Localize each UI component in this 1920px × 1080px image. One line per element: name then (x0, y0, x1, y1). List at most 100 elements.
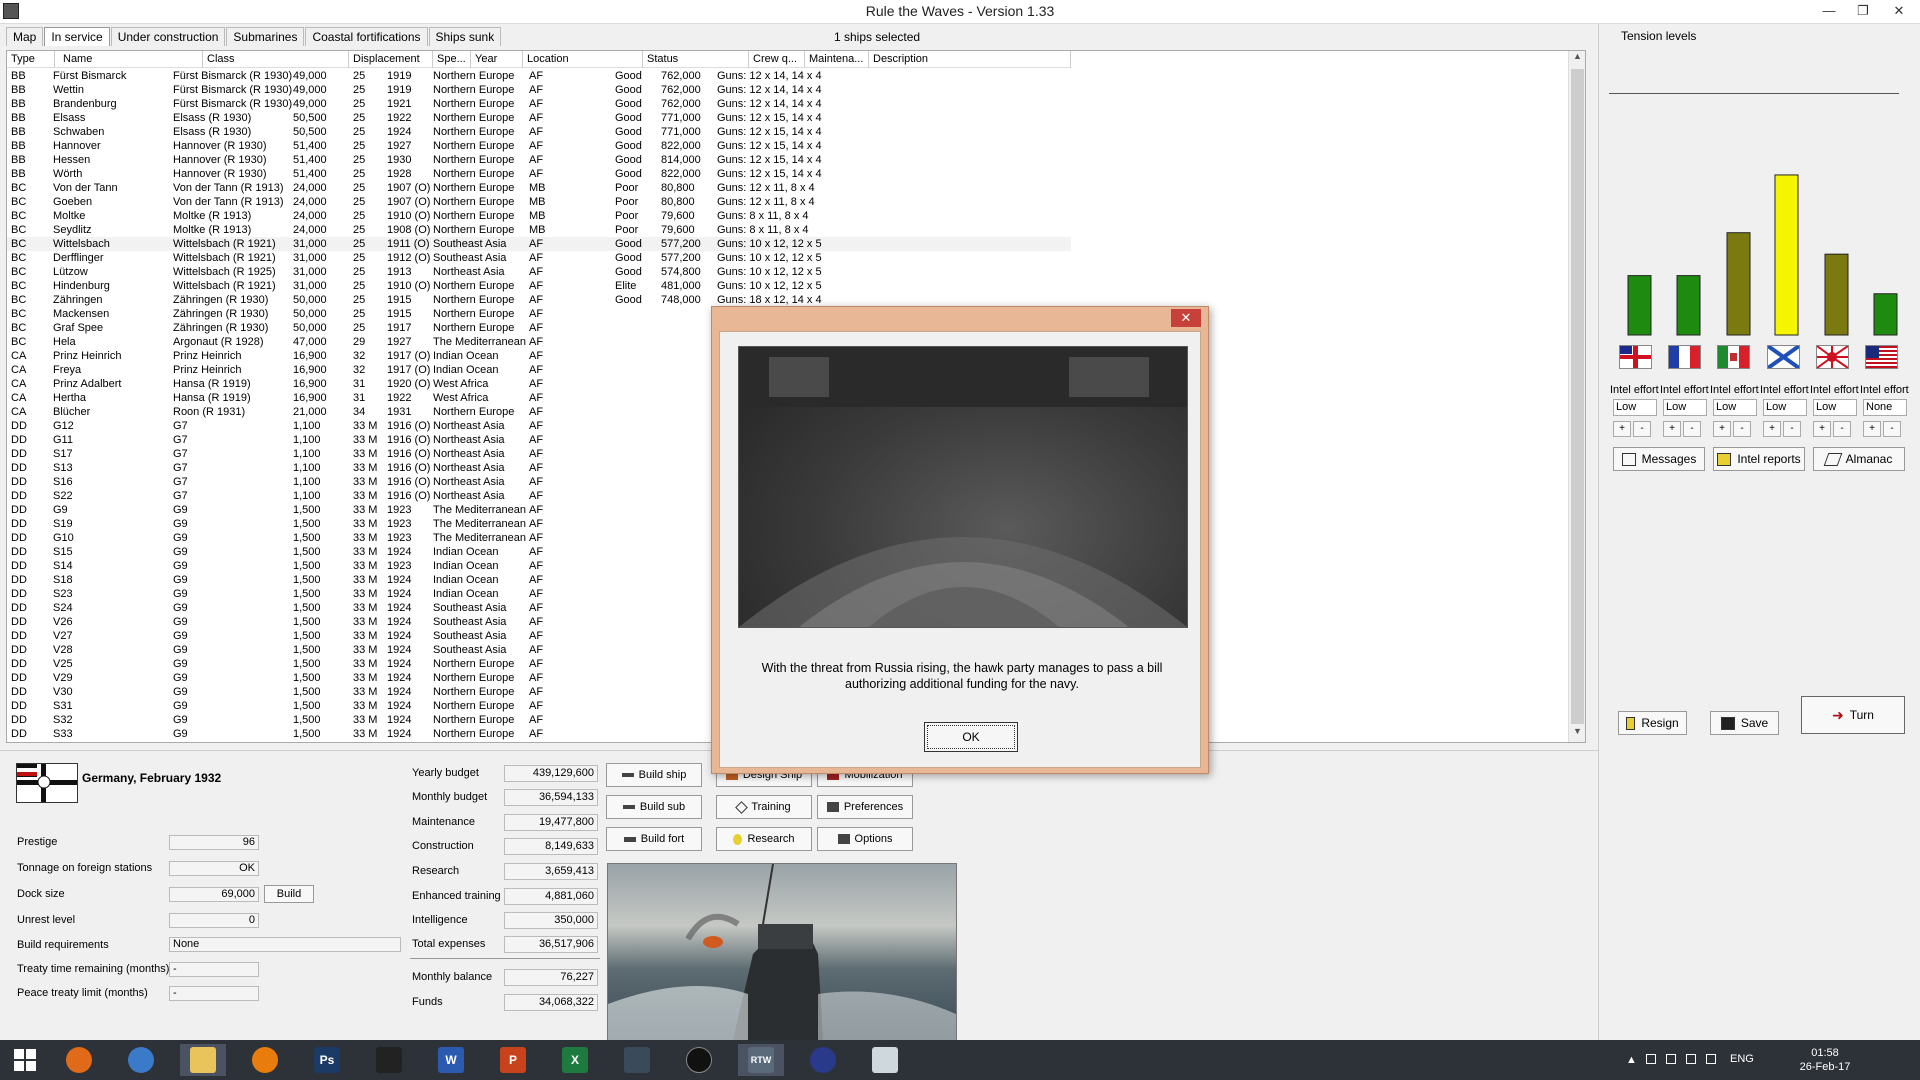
col-class[interactable]: Class (203, 51, 349, 68)
table-row[interactable]: BC Seydlitz Moltke (R 1913) 24,000 25 1908 (O… (7, 223, 1071, 237)
tab-submarines[interactable]: Submarines (226, 27, 305, 46)
build-dock-button[interactable]: Build (264, 885, 314, 903)
table-row[interactable]: BB Fürst Bismarck Fürst Bismarck (R 1930) 4… (7, 69, 1071, 83)
taskbar-app[interactable] (242, 1044, 288, 1076)
table-row[interactable]: BB Schwaben Elsass (R 1930) 50,500 25 1924 Nor… (7, 125, 1071, 139)
flag-icon[interactable] (1646, 1054, 1656, 1064)
almanac-button[interactable]: Almanac (1813, 447, 1905, 471)
table-row[interactable]: BC Hindenburg Wittelsbach (R 1921) 31,000 25… (7, 279, 1071, 293)
decrease-button[interactable]: - (1633, 421, 1651, 437)
scroll-thumb[interactable] (1571, 69, 1584, 724)
scroll-down-icon[interactable]: ▼ (1569, 726, 1585, 742)
table-row[interactable]: BB Wettin Fürst Bismarck (R 1930) 49,000 25 1… (7, 83, 1071, 97)
table-row[interactable]: BC Von der Tann Von der Tann (R 1913) 24,00… (7, 181, 1071, 195)
col-description[interactable]: Description (869, 51, 1071, 68)
tab-map[interactable]: Map (6, 27, 44, 46)
training-button[interactable]: Training (716, 795, 812, 819)
table-row[interactable]: BB Hannover Hannover (R 1930) 51,400 25 1927 N… (7, 139, 1071, 153)
col-year[interactable]: Year (471, 51, 523, 68)
intel-effort-usa[interactable]: None (1863, 399, 1907, 416)
col-location[interactable]: Location (523, 51, 643, 68)
increase-button[interactable]: + (1613, 421, 1631, 437)
signal-icon[interactable] (1686, 1054, 1696, 1064)
taskbar-app[interactable] (676, 1044, 722, 1076)
usa-flag-icon[interactable] (1865, 345, 1898, 369)
uk-flag-icon[interactable] (1619, 345, 1652, 369)
russia-flag-icon[interactable] (1766, 344, 1801, 370)
increase-button[interactable]: + (1713, 421, 1731, 437)
table-row[interactable]: BC Zähringen Zähringen (R 1930) 50,000 25 191… (7, 293, 1071, 307)
taskbar-app[interactable] (366, 1044, 412, 1076)
options-button[interactable]: Options (817, 827, 913, 851)
taskbar-app[interactable] (180, 1044, 226, 1076)
table-row[interactable]: BB Wörth Hannover (R 1930) 51,400 25 1928 Nort… (7, 167, 1071, 181)
show-hidden-icon[interactable]: ▲ (1626, 1054, 1637, 1066)
build-ship-button[interactable]: Build ship (606, 763, 702, 787)
col-maintenance[interactable]: Maintena... (805, 51, 869, 68)
close-button[interactable]: ✕ (1171, 309, 1201, 327)
intel-effort-russia[interactable]: Low (1763, 399, 1807, 416)
col-speed[interactable]: Spe... (433, 51, 471, 68)
clock[interactable]: 01:58 26-Feb-17 (1780, 1046, 1870, 1074)
col-name[interactable]: Name (59, 51, 203, 68)
build-fort-button[interactable]: Build fort (606, 827, 702, 851)
decrease-button[interactable]: - (1733, 421, 1751, 437)
taskbar-app[interactable] (614, 1044, 660, 1076)
volume-icon[interactable] (1706, 1054, 1716, 1064)
tab-under-construction[interactable]: Under construction (110, 27, 226, 46)
close-icon[interactable]: ✕ (1884, 0, 1914, 22)
japan-flag-icon[interactable] (1816, 345, 1849, 369)
save-button[interactable]: Save (1710, 711, 1779, 735)
decrease-button[interactable]: - (1883, 421, 1901, 437)
taskbar-app[interactable] (56, 1044, 102, 1076)
table-row[interactable]: BC Moltke Moltke (R 1913) 24,000 25 1910 (O) N… (7, 209, 1071, 223)
minimize-icon[interactable]: — (1814, 0, 1844, 22)
table-row[interactable]: BB Elsass Elsass (R 1930) 50,500 25 1922 North… (7, 111, 1071, 125)
table-row[interactable]: BC Wittelsbach Wittelsbach (R 1921) 31,000 2… (7, 237, 1071, 251)
taskbar-app[interactable]: P (490, 1044, 536, 1076)
table-row[interactable]: BB Hessen Hannover (R 1930) 51,400 25 1930 Nor… (7, 153, 1071, 167)
col-displacement[interactable]: Displacement (349, 51, 433, 68)
research-button[interactable]: Research (716, 827, 812, 851)
intel-effort-italy[interactable]: Low (1713, 399, 1757, 416)
table-scrollbar[interactable]: ▲ ▼ (1568, 51, 1585, 742)
italy-flag-icon[interactable] (1717, 345, 1750, 369)
france-flag-icon[interactable] (1668, 345, 1701, 369)
network-icon[interactable] (1666, 1054, 1676, 1064)
decrease-button[interactable]: - (1783, 421, 1801, 437)
language-indicator[interactable]: ENG (1730, 1053, 1754, 1065)
table-row[interactable]: BC Lützow Wittelsbach (R 1925) 31,000 25 1913… (7, 265, 1071, 279)
taskbar-app[interactable] (800, 1044, 846, 1076)
turn-button[interactable]: ➜ Turn (1801, 696, 1905, 734)
tab-ships-sunk[interactable]: Ships sunk (428, 27, 502, 46)
intel-effort-uk[interactable]: Low (1613, 399, 1657, 416)
messages-button[interactable]: Messages (1613, 447, 1705, 471)
start-button[interactable] (2, 1044, 48, 1076)
intel-effort-france[interactable]: Low (1663, 399, 1707, 416)
ok-button[interactable]: OK (924, 722, 1018, 752)
col-crew[interactable]: Crew q... (749, 51, 805, 68)
taskbar-app[interactable] (118, 1044, 164, 1076)
decrease-button[interactable]: - (1683, 421, 1701, 437)
taskbar-app[interactable] (862, 1044, 908, 1076)
taskbar-app[interactable]: W (428, 1044, 474, 1076)
tab-in-service[interactable]: In service (44, 27, 110, 46)
scroll-up-icon[interactable]: ▲ (1569, 51, 1585, 67)
taskbar-app[interactable]: X (552, 1044, 598, 1076)
taskbar-app[interactable]: RTW (738, 1044, 784, 1076)
preferences-button[interactable]: Preferences (817, 795, 913, 819)
intel-effort-japan[interactable]: Low (1813, 399, 1857, 416)
increase-button[interactable]: + (1663, 421, 1681, 437)
table-row[interactable]: BC Goeben Von der Tann (R 1913) 24,000 25 190… (7, 195, 1071, 209)
increase-button[interactable]: + (1813, 421, 1831, 437)
col-type[interactable]: Type (7, 51, 55, 68)
resign-button[interactable]: Resign (1618, 711, 1687, 735)
tab-coastal-fortifications[interactable]: Coastal fortifications (305, 27, 428, 46)
taskbar-app[interactable]: Ps (304, 1044, 350, 1076)
increase-button[interactable]: + (1763, 421, 1781, 437)
table-row[interactable]: BB Brandenburg Fürst Bismarck (R 1930) 49,0… (7, 97, 1071, 111)
restore-icon[interactable]: ❐ (1848, 0, 1878, 22)
intel-reports-button[interactable]: Intel reports (1713, 447, 1805, 471)
col-status[interactable]: Status (643, 51, 749, 68)
table-row[interactable]: BC Derfflinger Wittelsbach (R 1921) 31,000 2… (7, 251, 1071, 265)
